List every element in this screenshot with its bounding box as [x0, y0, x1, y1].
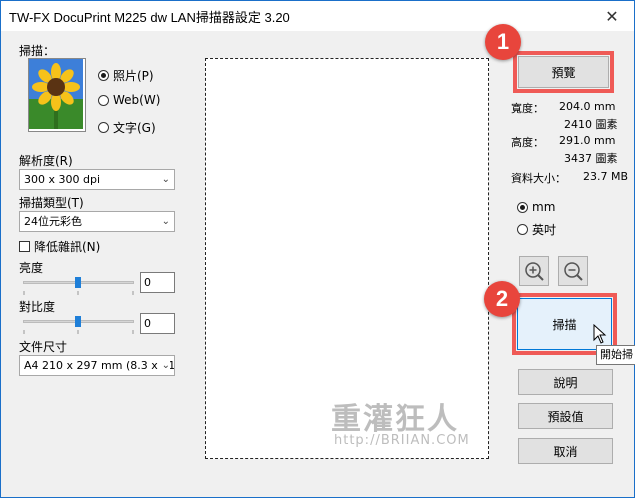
zoom-in-icon	[525, 262, 544, 281]
sunflower-icon	[29, 59, 83, 129]
radio-photo-label: 照片(P)	[113, 69, 154, 83]
cancel-button[interactable]: 取消	[518, 438, 613, 464]
brightness-value: 0	[144, 276, 151, 289]
chevron-down-icon: ⌄	[159, 356, 170, 375]
scan-tooltip: 開始掃	[596, 345, 635, 365]
scan-type-value: 24位元彩色	[24, 215, 82, 228]
radio-photo-dot	[98, 70, 109, 81]
unit-inch-radio[interactable]: 英吋	[517, 221, 556, 238]
contrast-label: 對比度	[19, 300, 56, 314]
noise-reduction-checkbox[interactable]: 降低雜訊(N)	[19, 238, 100, 255]
width-mm: 204.0 mm	[559, 100, 616, 113]
scan-tooltip-text: 開始掃	[600, 348, 633, 361]
default-button-label: 預設值	[547, 409, 584, 424]
cancel-button-label: 取消	[553, 444, 578, 459]
watermark-url: http://BRIIAN.COM	[334, 433, 470, 448]
brightness-label: 亮度	[19, 261, 44, 275]
width-label: 寬度：	[511, 102, 544, 115]
preview-button[interactable]: 預覽	[518, 56, 609, 88]
unit-inch-label: 英吋	[532, 223, 557, 237]
chevron-down-icon: ⌄	[161, 216, 170, 227]
radio-web-dot	[98, 94, 109, 106]
scan-type-label: 掃描類型(T)	[19, 196, 84, 210]
resolution-select[interactable]: 300 x 300 dpi ⌄	[19, 169, 175, 190]
radio-text[interactable]: 文字(G)	[98, 119, 156, 136]
brightness-ticks	[23, 291, 134, 295]
help-button[interactable]: 說明	[518, 369, 613, 395]
zoom-in-button[interactable]	[519, 256, 549, 286]
noise-reduction-label: 降低雜訊(N)	[34, 240, 101, 254]
resolution-label: 解析度(R)	[19, 154, 73, 168]
zoom-out-button[interactable]	[558, 256, 588, 286]
step-badge-2: 2	[484, 281, 520, 317]
step-badge-1-number: 1	[496, 29, 510, 54]
scan-button-label: 掃描	[552, 317, 577, 332]
mouse-cursor-icon	[593, 324, 607, 344]
contrast-slider-thumb[interactable]	[75, 316, 81, 327]
data-size-value: 23.7 MB	[583, 170, 629, 183]
zoom-out-icon	[564, 262, 583, 281]
radio-text-dot	[98, 122, 109, 133]
radio-photo[interactable]: 照片(P)	[98, 67, 154, 84]
unit-mm-radio[interactable]: mm	[517, 200, 555, 214]
close-icon: ✕	[605, 6, 619, 26]
window-title: TW-FX DocuPrint M225 dw LAN掃描器設定 3.20	[9, 10, 290, 25]
scan-label: 掃描：	[19, 44, 56, 58]
height-px: 3437 圖素	[564, 152, 618, 165]
brightness-slider-thumb[interactable]	[75, 277, 81, 288]
help-button-label: 說明	[553, 375, 578, 390]
data-size-label: 資料大小：	[511, 172, 566, 185]
title-bar: TW-FX DocuPrint M225 dw LAN掃描器設定 3.20 ✕	[1, 1, 634, 31]
resolution-value: 300 x 300 dpi	[24, 173, 101, 186]
chevron-down-icon: ⌄	[161, 174, 170, 185]
unit-mm-label: mm	[532, 200, 556, 214]
step-badge-2-number: 2	[495, 286, 509, 311]
radio-web[interactable]: Web(W)	[98, 93, 160, 107]
unit-inch-dot	[517, 224, 528, 235]
height-label: 高度：	[511, 136, 544, 149]
contrast-input[interactable]: 0	[140, 313, 175, 334]
brightness-input[interactable]: 0	[140, 272, 175, 293]
contrast-value: 0	[144, 317, 151, 330]
watermark-text: 重灌狂人	[331, 402, 459, 437]
noise-reduction-box	[19, 241, 30, 252]
contrast-ticks	[23, 330, 134, 334]
photo-thumbnail	[28, 58, 86, 132]
height-mm: 291.0 mm	[559, 134, 616, 147]
scanner-settings-window: TW-FX DocuPrint M225 dw LAN掃描器設定 3.20 ✕ …	[0, 0, 635, 498]
doc-size-label: 文件尺寸	[19, 340, 68, 354]
radio-text-label: 文字(G)	[113, 121, 156, 135]
scan-type-select[interactable]: 24位元彩色 ⌄	[19, 211, 175, 232]
radio-web-label: Web(W)	[113, 93, 161, 107]
default-button[interactable]: 預設值	[518, 403, 613, 429]
preview-button-label: 預覽	[551, 65, 576, 80]
close-button[interactable]: ✕	[590, 1, 634, 31]
width-px: 2410 圖素	[564, 118, 618, 131]
doc-size-value: A4 210 x 297 mm (8.3 x 11.	[24, 359, 175, 372]
doc-size-select[interactable]: A4 210 x 297 mm (8.3 x 11. ⌄	[19, 355, 175, 376]
step-badge-1: 1	[485, 24, 521, 60]
unit-mm-dot	[517, 201, 528, 213]
